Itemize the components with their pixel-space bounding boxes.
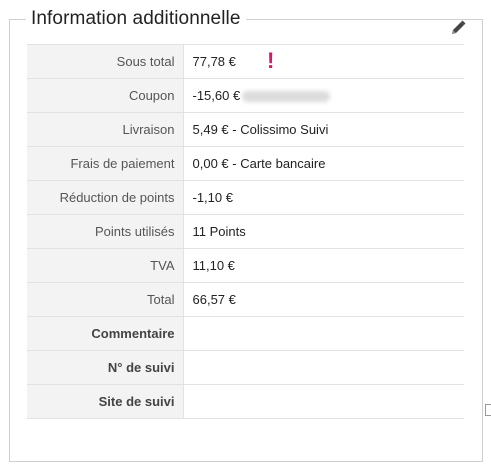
blurred-coupon-code [242, 91, 331, 103]
row-label: TVA [27, 248, 184, 283]
row-label: Total [27, 282, 184, 317]
row-label: Sous total [27, 44, 184, 79]
row-points-utilises: Points utilisés 11 Points [27, 214, 464, 249]
row-total: Total 66,57 € [27, 282, 464, 317]
row-value [183, 384, 464, 419]
row-value [183, 316, 464, 351]
row-label: Site de suivi [27, 384, 184, 419]
row-value: 0,00 € - Carte bancaire [183, 146, 464, 181]
info-table: Sous total 77,78 € Coupon -15,60 € Livra… [27, 44, 464, 419]
row-livraison: Livraison 5,49 € - Colissimo Suivi [27, 112, 464, 147]
row-value: 5,49 € - Colissimo Suivi [183, 112, 464, 147]
row-label: Livraison [27, 112, 184, 147]
row-value [183, 350, 464, 385]
row-commentaire: Commentaire [27, 316, 464, 351]
row-site-suivi: Site de suivi [27, 384, 464, 419]
row-label: N° de suivi [27, 350, 184, 385]
row-reduction-points: Réduction de points -1,10 € [27, 180, 464, 215]
row-tva: TVA 11,10 € [27, 248, 464, 283]
page: Information additionnelle Sous total 77,… [0, 0, 491, 473]
row-value-cell: -15,60 € [183, 78, 464, 113]
row-label: Frais de paiement [27, 146, 184, 181]
pencil-icon[interactable] [449, 19, 467, 37]
row-value: -1,10 € [183, 180, 464, 215]
row-coupon: Coupon -15,60 € [27, 78, 464, 113]
row-value: 66,57 € [183, 282, 464, 317]
row-sous-total: Sous total 77,78 € [27, 44, 464, 79]
row-label: Coupon [27, 78, 184, 113]
row-label: Commentaire [27, 316, 184, 351]
row-value: 77,78 € [183, 44, 464, 79]
row-value: 11 Points [183, 214, 464, 249]
row-numero-suivi: N° de suivi [27, 350, 464, 385]
row-value: -15,60 € [192, 88, 241, 103]
panel-title: Information additionnelle [26, 6, 246, 32]
alert-exclamation-icon: ! [267, 48, 275, 73]
row-label: Réduction de points [27, 180, 184, 215]
row-frais-paiement: Frais de paiement 0,00 € - Carte bancair… [27, 146, 464, 181]
row-value: 11,10 € [183, 248, 464, 283]
edge-widget [485, 404, 491, 416]
row-label: Points utilisés [27, 214, 184, 249]
